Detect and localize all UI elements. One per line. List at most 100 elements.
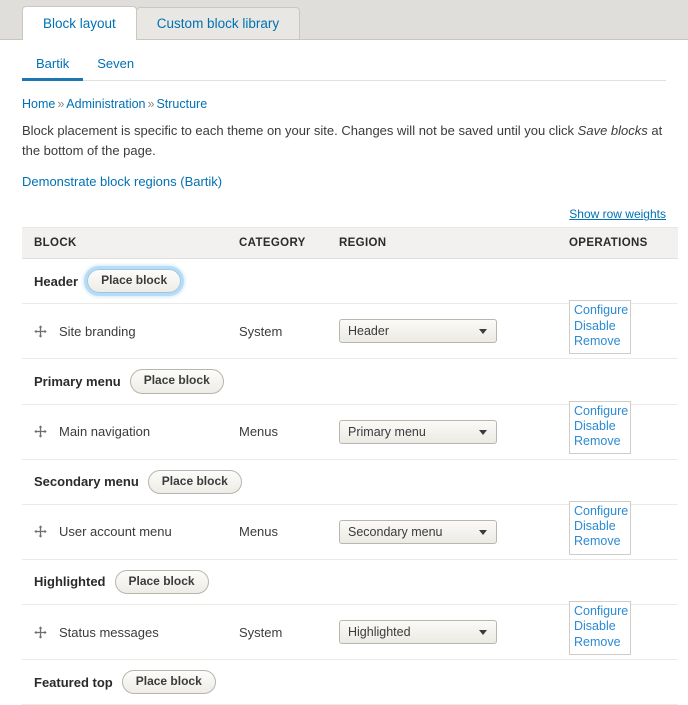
operations-list: Configure Disable Remove xyxy=(569,601,631,655)
block-layout-table: BLOCK CATEGORY REGION OPERATIONS Header P… xyxy=(22,227,678,705)
chevron-down-icon xyxy=(479,429,487,435)
category-cell: Menus xyxy=(239,504,339,560)
operations-cell: Configure Disable Remove xyxy=(569,300,678,360)
operations-list: Configure Disable Remove xyxy=(569,500,631,555)
table-body: Header Place block Site branding System Head… xyxy=(22,258,678,705)
region-row: Primary menu Place block xyxy=(22,358,678,405)
tab-bartik[interactable]: Bartik xyxy=(22,56,84,81)
remove-link[interactable]: Remove xyxy=(574,434,626,449)
chevron-down-icon xyxy=(479,529,487,535)
region-label-group: Header Place block xyxy=(34,269,678,294)
category-cell: System xyxy=(239,604,339,661)
remove-link[interactable]: Remove xyxy=(574,334,626,349)
breadcrumb-separator: » xyxy=(57,97,65,111)
region-select-value: Header xyxy=(348,324,389,339)
category-value: System xyxy=(239,323,283,339)
block-cell-group: Site branding xyxy=(34,324,239,339)
drag-handle-icon[interactable] xyxy=(34,525,47,539)
column-header-category: CATEGORY xyxy=(239,227,339,260)
region-select[interactable]: Primary menu xyxy=(339,419,497,444)
tab-seven[interactable]: Seven xyxy=(83,56,148,81)
region-select[interactable]: Header xyxy=(339,319,497,344)
region-cell: Featured top Place block xyxy=(22,659,678,705)
block-title: Site branding xyxy=(59,323,136,339)
category-cell: Menus xyxy=(239,404,339,460)
region-select-value: Primary menu xyxy=(348,424,426,439)
chevron-down-icon xyxy=(479,329,487,335)
region-cell: Highlighted Place block xyxy=(22,559,678,606)
table-row: Status messages System Highlighted Configur… xyxy=(22,601,678,661)
category-value: Menus xyxy=(239,424,279,440)
breadcrumb-link-structure[interactable]: Structure xyxy=(156,97,207,111)
region-select-cell: Secondary menu xyxy=(339,504,569,560)
region-select-value: Highlighted xyxy=(348,625,411,640)
breadcrumb: Home» Administration» Structure xyxy=(22,97,666,111)
remove-link[interactable]: Remove xyxy=(574,635,626,650)
configure-link[interactable]: Configure xyxy=(574,404,628,419)
breadcrumb-link-home[interactable]: Home xyxy=(22,97,55,111)
intro-text-before: Block placement is specific to each them… xyxy=(22,123,578,138)
block-title: Main navigation xyxy=(59,424,151,440)
block-title: User account menu xyxy=(59,524,172,540)
place-block-button[interactable]: Place block xyxy=(147,469,242,494)
disable-link[interactable]: Disable xyxy=(574,419,626,434)
drag-handle-icon[interactable] xyxy=(34,625,47,639)
show-row-weights-link[interactable]: Show row weights xyxy=(569,207,666,221)
operations-list: Configure Disable Remove xyxy=(569,400,631,455)
block-cell: Status messages xyxy=(22,604,239,661)
region-select-cell: Header xyxy=(339,303,569,360)
secondary-tab-list: Bartik Seven xyxy=(22,40,666,81)
intro-emphasis: Save blocks xyxy=(577,123,648,138)
block-title: Status messages xyxy=(59,624,159,640)
configure-link[interactable]: Configure xyxy=(574,303,628,318)
category-cell: System xyxy=(239,303,339,360)
region-name: Primary menu xyxy=(34,374,121,390)
demonstrate-block-regions-link[interactable]: Demonstrate block regions (Bartik) xyxy=(22,174,222,189)
region-select[interactable]: Highlighted xyxy=(339,620,497,645)
drag-handle-icon[interactable] xyxy=(34,425,47,438)
primary-tab-list: Block layout Custom block library xyxy=(22,0,688,40)
region-name: Featured top xyxy=(34,674,113,690)
place-block-button[interactable]: Place block xyxy=(121,670,216,695)
breadcrumb-link-administration[interactable]: Administration xyxy=(66,97,145,111)
configure-link[interactable]: Configure xyxy=(574,604,628,619)
intro-text: Block placement is specific to each them… xyxy=(22,121,666,161)
region-cell: Header Place block xyxy=(22,258,678,305)
region-label-group: Secondary menu Place block xyxy=(34,469,678,494)
region-select-cell: Primary menu xyxy=(339,404,569,460)
block-cell-group: Main navigation xyxy=(34,424,239,439)
region-label-group: Primary menu Place block xyxy=(34,369,678,394)
disable-link[interactable]: Disable xyxy=(574,619,626,634)
region-row: Highlighted Place block xyxy=(22,559,678,606)
category-value: Menus xyxy=(239,524,279,540)
tab-block-layout[interactable]: Block layout xyxy=(22,6,137,40)
operations-list: Configure Disable Remove xyxy=(569,300,631,355)
column-header-operations: OPERATIONS xyxy=(569,227,678,260)
place-block-button[interactable]: Place block xyxy=(129,369,224,394)
operations-cell: Configure Disable Remove xyxy=(569,601,678,661)
block-cell: User account menu xyxy=(22,504,239,560)
block-cell: Site branding xyxy=(22,303,239,360)
region-label-group: Featured top Place block xyxy=(34,670,678,695)
disable-link[interactable]: Disable xyxy=(574,319,626,334)
drag-handle-icon[interactable] xyxy=(34,325,47,338)
operations-cell: Configure Disable Remove xyxy=(569,500,678,560)
block-cell-group: User account menu xyxy=(34,524,239,539)
table-header-row: BLOCK CATEGORY REGION OPERATIONS xyxy=(22,227,678,260)
region-select-cell: Highlighted xyxy=(339,604,569,661)
disable-link[interactable]: Disable xyxy=(574,519,626,534)
region-select[interactable]: Secondary menu xyxy=(339,519,497,544)
column-header-block: BLOCK xyxy=(22,227,239,260)
table-head: BLOCK CATEGORY REGION OPERATIONS xyxy=(22,227,678,260)
remove-link[interactable]: Remove xyxy=(574,534,626,549)
region-name: Secondary menu xyxy=(34,474,139,490)
place-block-button[interactable]: Place block xyxy=(87,269,182,294)
region-row: Featured top Place block xyxy=(22,659,678,705)
category-value: System xyxy=(239,624,283,640)
region-row: Header Place block xyxy=(22,258,678,305)
place-block-button[interactable]: Place block xyxy=(114,569,209,595)
table-row: Site branding System Header Configure Disabl… xyxy=(22,300,678,360)
region-row: Secondary menu Place block xyxy=(22,459,678,505)
tab-custom-block-library[interactable]: Custom block library xyxy=(135,7,301,39)
configure-link[interactable]: Configure xyxy=(574,504,628,519)
